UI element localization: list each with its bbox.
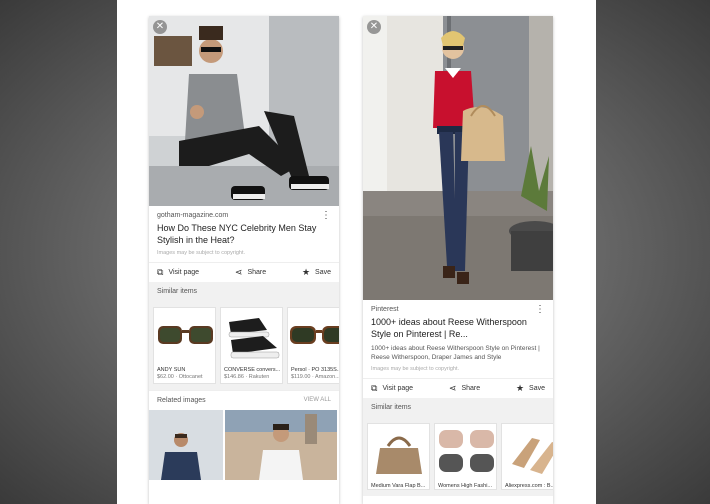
- result-actions: ⧉ Visit page ⋖ Share ★ Save: [149, 262, 339, 282]
- persol-sunglasses-image: [288, 308, 339, 364]
- visit-page-label: Visit page: [382, 385, 414, 392]
- results-sheet: ✕ gotham-magazine.com ⋮ How Do These NYC…: [117, 0, 596, 504]
- result-title[interactable]: How Do These NYC Celebrity Men Stay Styl…: [157, 222, 331, 246]
- heels-image: [502, 424, 553, 480]
- handbag-image: [368, 424, 429, 480]
- similar-item-sunglasses[interactable]: ANDY SUN $62.00 · Ottocanet: [153, 307, 216, 384]
- similar-item-label: Aliexpress.com : B...: [505, 483, 553, 489]
- result-source[interactable]: gotham-magazine.com: [157, 212, 228, 219]
- open-in-new-icon: ⧉: [371, 383, 378, 393]
- similar-item-label: ANDY SUN: [157, 367, 186, 373]
- similar-item-handbag[interactable]: Medium Vara Flap B...: [367, 423, 430, 490]
- similar-items-row: Medium Vara Flap B... Womens High Fashi.…: [363, 417, 553, 496]
- related-images-heading: Related images: [157, 397, 206, 404]
- photo-woman-walking: [363, 16, 553, 300]
- share-label: Share: [461, 385, 481, 392]
- women-sunglasses-image: [435, 424, 496, 480]
- visit-page-label: Visit page: [168, 269, 200, 276]
- similar-item-sneakers[interactable]: CONVERSE convers... $146.86 · Rakuten: [220, 307, 283, 384]
- save-button[interactable]: ★ Save: [516, 383, 545, 394]
- related-images-header: Related images VIEW ALL: [149, 390, 339, 410]
- star-icon: ★: [301, 267, 311, 277]
- close-icon[interactable]: ✕: [153, 20, 167, 34]
- main-photo-woman[interactable]: ✕: [363, 16, 553, 300]
- save-label: Save: [529, 385, 545, 392]
- result-actions: ⧉ Visit page ⋖ Share ★ Save: [363, 378, 553, 398]
- result-description: 1000+ ideas about Reese Witherspoon Styl…: [371, 345, 540, 361]
- similar-items-heading: Similar items: [371, 404, 412, 411]
- save-button[interactable]: ★ Save: [302, 267, 331, 278]
- share-label: Share: [247, 269, 267, 276]
- similar-items-row: ANDY SUN $62.00 · Ottocanet CONVERSE con…: [149, 301, 339, 390]
- copyright-notice: Images may be subject to copyright.: [371, 366, 460, 372]
- similar-item-label: Medium Vara Flap B...: [371, 483, 426, 489]
- related-image-1[interactable]: [149, 410, 223, 480]
- sunglasses-image: [154, 308, 215, 364]
- similar-item-sunglasses[interactable]: Womens High Fashi...: [434, 423, 497, 490]
- result-title[interactable]: 1000+ ideas about Reese Witherspoon Styl…: [371, 316, 545, 340]
- similar-item-price: $62.00 · Ottocanet: [157, 374, 203, 380]
- similar-items-header: Similar items: [149, 282, 339, 301]
- similar-item-label: Womens High Fashi...: [438, 483, 493, 489]
- related-images-row: [149, 410, 339, 480]
- similar-items-heading: Similar items: [157, 288, 198, 295]
- photo-man-sitting: [149, 16, 339, 206]
- open-in-new-icon: ⧉: [157, 267, 164, 277]
- result-source[interactable]: Pinterest: [371, 306, 399, 313]
- close-icon[interactable]: ✕: [367, 20, 381, 34]
- similar-items-header: Similar items: [363, 398, 553, 417]
- copyright-notice: Images may be subject to copyright.: [157, 250, 246, 256]
- similar-item-heels[interactable]: Aliexpress.com : B...: [501, 423, 553, 490]
- share-button[interactable]: ⋖ Share: [235, 267, 266, 278]
- image-result-card-right: ✕ Pinterest ⋮ 1000+ ideas about Reese Wi…: [363, 16, 553, 504]
- more-vert-icon[interactable]: ⋮: [535, 305, 545, 315]
- visit-page-button[interactable]: ⧉ Visit page: [157, 267, 199, 278]
- save-label: Save: [315, 269, 331, 276]
- similar-item-label: Persol · PO 3135S...: [291, 367, 339, 373]
- similar-item-price: $119.00 · Amazon...: [291, 374, 339, 380]
- share-icon: ⋖: [448, 383, 457, 393]
- star-icon: ★: [515, 383, 525, 393]
- main-photo-man[interactable]: ✕: [149, 16, 339, 206]
- similar-item-label: CONVERSE convers...: [224, 367, 281, 373]
- image-result-card-left: ✕ gotham-magazine.com ⋮ How Do These NYC…: [149, 16, 339, 504]
- share-icon: ⋖: [234, 267, 243, 277]
- share-button[interactable]: ⋖ Share: [449, 383, 480, 394]
- view-all-link[interactable]: VIEW ALL: [304, 397, 331, 404]
- related-image-2[interactable]: [225, 410, 337, 480]
- similar-item-price: $146.86 · Rakuten: [224, 374, 270, 380]
- visit-page-button[interactable]: ⧉ Visit page: [371, 383, 413, 394]
- sneakers-image: [221, 308, 282, 364]
- similar-item-persol[interactable]: Persol · PO 3135S... $119.00 · Amazon...: [287, 307, 339, 384]
- more-vert-icon[interactable]: ⋮: [321, 211, 331, 221]
